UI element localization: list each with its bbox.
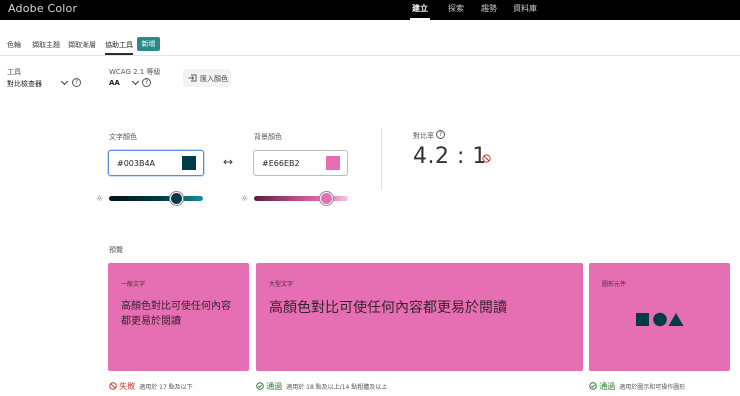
circle-icon [653,312,667,327]
preview-card-graphic-elements: 圖形元件 [589,263,730,371]
brand-logo[interactable]: Adobe Color [8,2,77,15]
background-brightness-slider[interactable] [254,196,348,201]
text-color-swatch[interactable] [182,156,196,170]
contrast-ratio-label: 對比率 [413,132,434,140]
wcag-label: WCAG 2.1 等級 [109,68,161,76]
status-large-text: 通過 適用於 18 點及以上/14 點粗體及以上 [256,381,387,392]
new-badge: 新增 [137,37,160,51]
status-fail-text: 失敗 [119,382,136,391]
text-color-field[interactable]: #003B4A [108,150,204,176]
card-title: 圖形元件 [602,281,627,288]
status-normal-text: 失敗 適用於 17 點及以下 [109,381,193,392]
nav-library[interactable]: 資料庫 [513,3,537,14]
top-bar: Adobe Color 建立 探索 趨勢 資料庫 [0,0,740,20]
status-graphic-elements: 通過 適用於圖示和可操作圖形 [589,381,685,392]
status-note: 適用於圖示和可操作圖形 [619,384,686,391]
nav-create[interactable]: 建立 [410,3,430,20]
background-color-field[interactable]: #E66EB2 [253,150,348,176]
wcag-chevron-down-icon[interactable] [131,77,140,86]
tab-extract-theme[interactable]: 擷取主題 [32,40,60,50]
tool-help-icon[interactable]: ? [72,78,81,87]
contrast-ratio-value: 4.2 : 1 [413,144,487,169]
wcag-select[interactable]: AA [109,79,120,87]
tool-label: 工具 [7,68,21,76]
tab-accessibility-tools[interactable]: 協助工具 [105,40,133,55]
text-color-hex[interactable]: #003B4A [117,159,155,168]
tab-color-wheel[interactable]: 色輪 [7,40,21,50]
import-colors-button[interactable]: 匯入顏色 [183,69,231,87]
wcag-help-icon[interactable]: ? [142,78,151,87]
status-note: 適用於 18 點及以上/14 點粗體及以上 [286,384,388,391]
contrast-fail-prohibited-icon [482,154,491,163]
background-color-hex[interactable]: #E66EB2 [262,159,300,168]
preview-label: 預覽 [109,246,123,254]
background-color-label: 背景顏色 [254,133,282,141]
sub-tabs: 色輪 擷取主題 擷取漸層 協助工具 [0,36,740,56]
card-sample-text: 高顏色對比可使任何內容都更易於閱讀 [121,301,231,327]
contrast-help-icon[interactable]: ? [436,130,445,139]
square-icon [636,313,649,326]
graphic-shapes [636,312,684,327]
tab-extract-gradient[interactable]: 擷取漸層 [68,40,96,50]
background-brightness-sun-icon: ☼ [241,194,249,203]
text-color-label: 文字顏色 [109,133,137,141]
triangle-icon [668,313,684,326]
text-brightness-slider[interactable] [109,196,203,201]
text-brightness-sun-icon: ☼ [96,194,104,203]
pass-check-circle-icon [589,382,597,390]
nav-explore[interactable]: 探索 [448,3,464,14]
status-pass-text: 通過 [266,382,283,391]
fail-prohibited-icon [109,382,117,390]
card-title: 一般文字 [121,281,146,288]
tool-select[interactable]: 對比檢查器 [7,79,42,89]
preview-card-normal-text: 一般文字 高顏色對比可使任何內容都更易於閱讀 [108,263,249,371]
import-icon [188,74,197,82]
nav-trends[interactable]: 趨勢 [481,3,497,14]
pass-check-circle-icon [256,382,264,390]
status-note: 適用於 17 點及以下 [139,384,193,391]
card-sample-text: 高顏色對比可使任何內容都更易於閱讀 [269,300,507,316]
tool-chevron-down-icon[interactable] [60,77,69,86]
swap-arrows-icon[interactable] [223,158,233,166]
background-brightness-slider-handle[interactable] [319,192,333,205]
text-brightness-slider-handle[interactable] [170,192,184,205]
card-title: 大型文字 [269,281,294,288]
background-color-swatch[interactable] [326,156,340,170]
status-pass-text: 通過 [599,382,616,391]
preview-card-large-text: 大型文字 高顏色對比可使任何內容都更易於閱讀 [256,263,583,371]
divider [381,128,382,190]
import-colors-label: 匯入顏色 [200,75,228,83]
